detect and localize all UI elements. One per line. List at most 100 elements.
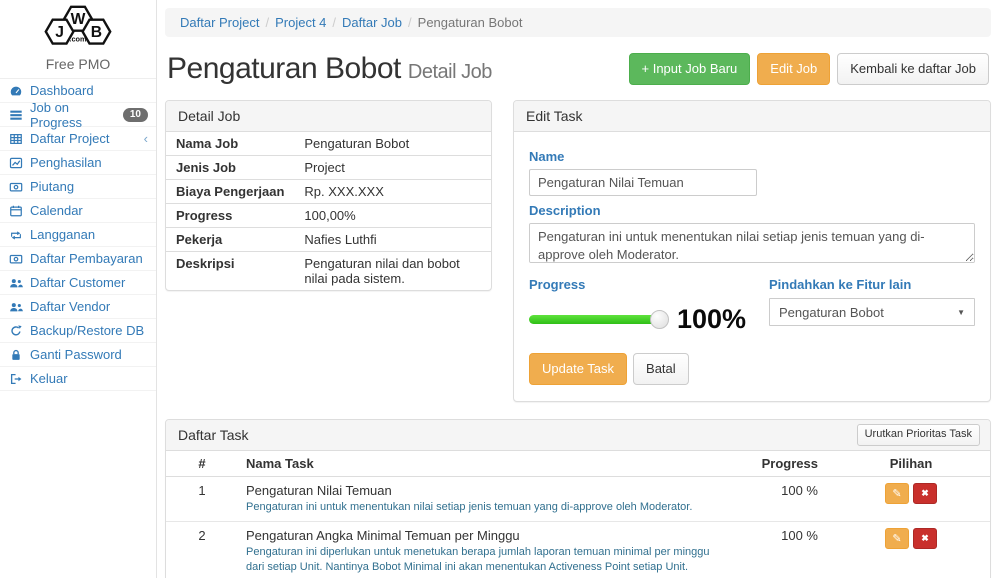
urutkan-prioritas-task-button-top[interactable]: Urutkan Prioritas Task bbox=[857, 424, 980, 446]
edit-task-panel-title: Edit Task bbox=[514, 101, 990, 132]
progress-slider-handle[interactable] bbox=[650, 310, 669, 329]
sidebar-item-backup-restore[interactable]: Backup/Restore DB bbox=[0, 319, 156, 343]
detail-label: Progress bbox=[166, 204, 294, 228]
money-icon bbox=[8, 179, 23, 194]
sidebar-item-daftar-vendor[interactable]: Daftar Vendor bbox=[0, 295, 156, 319]
chevron-down-icon: ▼ bbox=[957, 308, 965, 317]
column-header-nama-task: Nama Task bbox=[238, 451, 737, 477]
table-row: Nama Job Pengaturan Bobot bbox=[166, 132, 491, 156]
daftar-task-table: # Nama Task Progress Pilihan 1 Pengatura… bbox=[166, 451, 990, 578]
app-window: W J B .com Free PMO Dashboard Job on Pro… bbox=[0, 0, 1000, 578]
detail-label: Pekerja bbox=[166, 228, 294, 252]
logo-letter-j: J bbox=[55, 24, 64, 41]
sidebar-item-piutang[interactable]: Piutang bbox=[0, 175, 156, 199]
sidebar-item-label: Piutang bbox=[30, 179, 74, 194]
sidebar-item-calendar[interactable]: Calendar bbox=[0, 199, 156, 223]
detail-value: 100,00% bbox=[294, 204, 491, 228]
sidebar-item-penghasilan[interactable]: Penghasilan bbox=[0, 151, 156, 175]
breadcrumb-separator: / bbox=[332, 15, 336, 30]
daftar-task-panel: Daftar Task Urutkan Prioritas Task # Nam… bbox=[165, 419, 991, 578]
sidebar-item-label: Daftar Vendor bbox=[30, 299, 110, 314]
calendar-icon bbox=[8, 203, 23, 218]
edit-task-actions: Update Task Batal bbox=[529, 353, 975, 385]
name-label: Name bbox=[529, 149, 975, 164]
edit-job-button[interactable]: Edit Job bbox=[757, 53, 830, 85]
move-feature-select[interactable]: Pengaturan Bobot ▼ bbox=[769, 298, 975, 326]
sidebar-item-job-on-progress[interactable]: Job on Progress 10 bbox=[0, 103, 156, 127]
breadcrumb-link-daftar-project[interactable]: Daftar Project bbox=[180, 15, 259, 30]
daftar-task-heading: Daftar Task Urutkan Prioritas Task bbox=[166, 420, 990, 451]
progress-slider-wrap: 100% bbox=[529, 304, 769, 335]
sidebar-item-keluar[interactable]: Keluar bbox=[0, 367, 156, 391]
edit-task-button[interactable]: ✎ bbox=[885, 483, 909, 504]
update-task-button[interactable]: Update Task bbox=[529, 353, 627, 385]
task-description: Pengaturan ini diperlukan untuk menetuka… bbox=[246, 545, 729, 575]
money-icon bbox=[8, 251, 23, 266]
task-description-textarea[interactable]: Pengaturan ini untuk menentukan nilai se… bbox=[529, 223, 975, 263]
sidebar-item-daftar-customer[interactable]: Daftar Customer bbox=[0, 271, 156, 295]
list-icon bbox=[8, 107, 23, 122]
sidebar-item-label: Daftar Customer bbox=[30, 275, 125, 290]
breadcrumb-link-project-4[interactable]: Project 4 bbox=[275, 15, 326, 30]
progress-slider-track[interactable] bbox=[529, 315, 659, 324]
retweet-icon bbox=[8, 227, 23, 242]
logo-letter-b: B bbox=[91, 24, 102, 41]
main-content: Daftar Project/Project 4/Daftar Job/Peng… bbox=[157, 0, 1000, 578]
input-job-baru-button[interactable]: + Input Job Baru bbox=[629, 53, 751, 85]
edit-task-button[interactable]: ✎ bbox=[885, 528, 909, 549]
progress-percent-value: 100% bbox=[677, 304, 746, 335]
task-number: 2 bbox=[166, 521, 238, 578]
delete-task-button[interactable]: ✖ bbox=[913, 528, 937, 549]
signout-icon bbox=[8, 371, 23, 386]
table-row: Progress 100,00% bbox=[166, 204, 491, 228]
task-description: Pengaturan ini untuk menentukan nilai se… bbox=[246, 500, 729, 515]
sidebar-item-label: Calendar bbox=[30, 203, 83, 218]
batal-button[interactable]: Batal bbox=[633, 353, 689, 385]
breadcrumb-link-daftar-job[interactable]: Daftar Job bbox=[342, 15, 402, 30]
table-icon bbox=[8, 131, 23, 146]
move-feature-label: Pindahkan ke Fitur lain bbox=[769, 277, 975, 292]
jwb-logo-icon: W J B .com bbox=[32, 3, 124, 51]
sidebar-item-daftar-project[interactable]: Daftar Project ‹ bbox=[0, 127, 156, 151]
task-name: Pengaturan Angka Minimal Temuan per Ming… bbox=[246, 528, 729, 543]
pencil-icon: ✎ bbox=[892, 487, 901, 500]
daftar-task-panel-title: Daftar Task bbox=[178, 427, 249, 443]
move-feature-selected-value: Pengaturan Bobot bbox=[779, 305, 884, 320]
sidebar-item-label: Daftar Project bbox=[30, 131, 109, 146]
sidebar-item-label: Keluar bbox=[30, 371, 68, 386]
close-icon: ✖ bbox=[921, 533, 929, 544]
close-icon: ✖ bbox=[921, 488, 929, 499]
sidebar-item-langganan[interactable]: Langganan bbox=[0, 223, 156, 247]
progress-label: Progress bbox=[529, 277, 769, 292]
task-actions: ✎✖ bbox=[832, 477, 990, 522]
app-logo[interactable]: W J B .com Free PMO bbox=[0, 0, 156, 78]
detail-job-panel-title: Detail Job bbox=[166, 101, 491, 132]
breadcrumb-separator: / bbox=[408, 15, 412, 30]
kembali-ke-daftar-job-button[interactable]: Kembali ke daftar Job bbox=[837, 53, 989, 85]
sidebar-menu: Dashboard Job on Progress 10 Daftar Proj… bbox=[0, 78, 156, 391]
page-title: Pengaturan BobotDetail Job bbox=[167, 52, 492, 86]
description-label: Description bbox=[529, 203, 975, 218]
detail-value: Rp. XXX.XXX bbox=[294, 180, 491, 204]
table-row: Jenis Job Project bbox=[166, 156, 491, 180]
detail-value: Pengaturan Bobot bbox=[294, 132, 491, 156]
sidebar-item-label: Langganan bbox=[30, 227, 95, 242]
detail-label: Jenis Job bbox=[166, 156, 294, 180]
detail-label: Nama Job bbox=[166, 132, 294, 156]
task-progress: 100 % bbox=[737, 477, 832, 522]
task-name-input[interactable] bbox=[529, 169, 757, 196]
refresh-icon bbox=[8, 323, 23, 338]
detail-job-table: Nama Job Pengaturan Bobot Jenis Job Proj… bbox=[166, 132, 491, 290]
delete-task-button[interactable]: ✖ bbox=[913, 483, 937, 504]
page-title-text: Pengaturan Bobot bbox=[167, 52, 401, 85]
logo-letter-w: W bbox=[71, 11, 86, 28]
top-panels: Detail Job Nama Job Pengaturan Bobot Jen… bbox=[165, 100, 991, 402]
sidebar-item-label: Daftar Pembayaran bbox=[30, 251, 143, 266]
breadcrumb: Daftar Project/Project 4/Daftar Job/Peng… bbox=[165, 8, 991, 37]
sidebar-item-ganti-password[interactable]: Ganti Password bbox=[0, 343, 156, 367]
sidebar: W J B .com Free PMO Dashboard Job on Pro… bbox=[0, 0, 157, 578]
detail-value: Project bbox=[294, 156, 491, 180]
chevron-left-icon: ‹ bbox=[144, 132, 148, 145]
dashboard-icon bbox=[8, 83, 23, 98]
sidebar-item-daftar-pembayaran[interactable]: Daftar Pembayaran bbox=[0, 247, 156, 271]
